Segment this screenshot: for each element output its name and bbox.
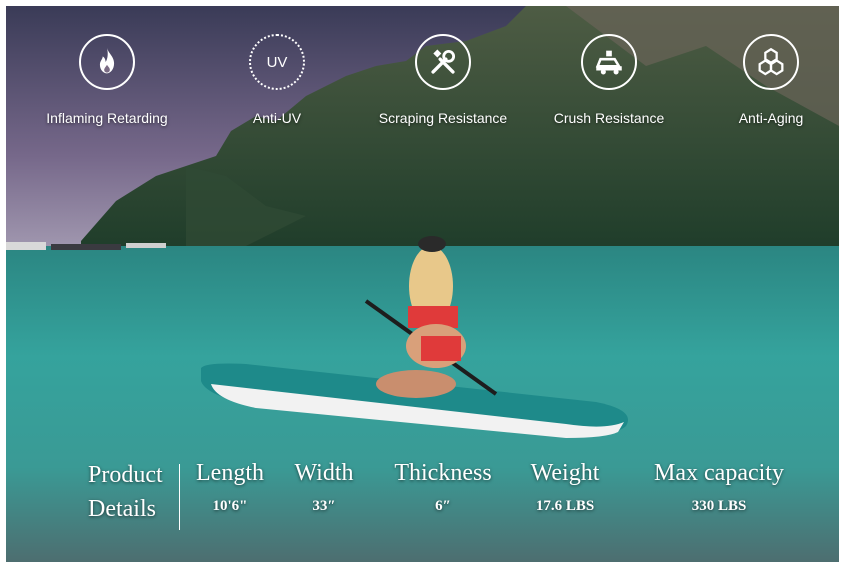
feature-label: Scraping Resistance — [378, 110, 508, 126]
feature-anti-uv: UV Anti-UV — [192, 34, 362, 126]
spec-heading: Weight — [530, 460, 600, 486]
spec-width: Width 33″ — [288, 456, 360, 515]
product-details-bar: Product Details Length 10'6" Width 33″ T… — [6, 456, 839, 536]
feature-label: Crush Resistance — [553, 110, 665, 126]
uv-sun-icon: UV — [249, 34, 305, 90]
details-divider — [179, 464, 180, 530]
feature-scraping-resistance: Scraping Resistance — [358, 34, 528, 126]
spec-value: 33″ — [312, 498, 336, 514]
title-line-2: Details — [88, 496, 156, 522]
spec-value: 10'6" — [212, 498, 248, 514]
feature-icons-row: Inflaming Retarding UV Anti-UV Scraping … — [6, 34, 839, 144]
spec-max-capacity: Max capacity 330 LBS — [644, 456, 794, 515]
feature-label: Anti-UV — [252, 110, 302, 126]
hexagon-molecule-icon — [743, 34, 799, 90]
feature-inflaming-retarding: Inflaming Retarding — [22, 34, 192, 126]
spec-value: 330 LBS — [691, 498, 747, 514]
spec-value: 17.6 LBS — [535, 498, 595, 514]
title-line-1: Product — [88, 462, 163, 488]
product-banner: Inflaming Retarding UV Anti-UV Scraping … — [6, 6, 839, 562]
feature-anti-aging: Anti-Aging — [686, 34, 839, 126]
spec-heading: Max capacity — [654, 460, 784, 486]
spec-weight: Weight 17.6 LBS — [522, 456, 608, 515]
spec-heading: Length — [196, 460, 264, 486]
spec-length: Length 10'6" — [190, 456, 270, 515]
product-details-title: Product Details — [88, 458, 163, 526]
feature-label: Inflaming Retarding — [46, 110, 168, 126]
spec-value: 6″ — [435, 498, 451, 514]
feature-crush-resistance: Crush Resistance — [524, 34, 694, 126]
spec-heading: Width — [294, 460, 354, 486]
spec-heading: Thickness — [394, 460, 492, 486]
spec-thickness: Thickness 6″ — [388, 456, 498, 515]
flame-icon — [79, 34, 135, 90]
car-crush-icon — [581, 34, 637, 90]
feature-label: Anti-Aging — [738, 110, 804, 126]
tools-icon — [415, 34, 471, 90]
uv-icon-text: UV — [266, 53, 288, 71]
